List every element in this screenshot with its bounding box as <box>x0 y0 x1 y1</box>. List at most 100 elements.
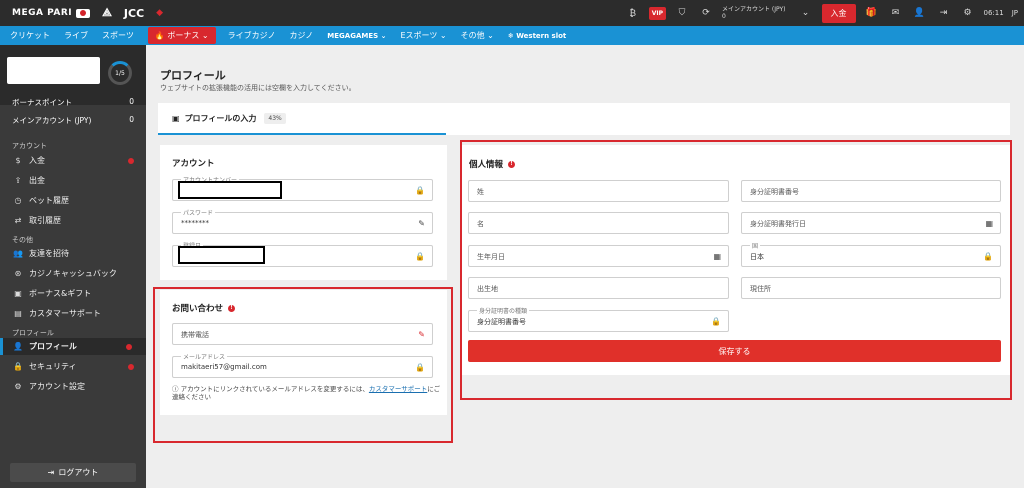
pencil-icon[interactable]: ✎ <box>418 330 425 339</box>
email-field[interactable]: メールアドレス makitaeri57@gmail.com 🔒 <box>172 352 433 378</box>
dollar-icon: $ <box>15 156 21 165</box>
section-profile: プロフィール <box>12 329 54 337</box>
swap-icon: ⇄ <box>14 216 22 225</box>
account-card-title: アカウント <box>172 159 215 169</box>
partner-logo: JCC <box>123 6 145 20</box>
contact-card-title: お問い合わせ! <box>172 302 236 314</box>
bitcoin-icon[interactable]: ₿ <box>625 5 641 21</box>
calendar-icon[interactable]: ▦ <box>713 252 721 261</box>
profile-tabs: ▣ プロフィールの入力 43% <box>158 103 1010 135</box>
last-name-field[interactable]: 姓 <box>468 180 729 202</box>
sidebar-header: 1/5 <box>0 45 146 105</box>
lock-icon: 🔒 <box>415 252 425 261</box>
fire-icon: 🔥 <box>154 31 165 40</box>
dota-logo-icon: ⟁ <box>102 6 112 19</box>
sidebar-item-bet-history[interactable]: ◷ ベット履歴 <box>12 192 136 209</box>
vip-button[interactable]: VIP <box>648 6 666 20</box>
nav-other[interactable]: その他 ⌄ <box>461 30 494 41</box>
gear-icon: ⚙ <box>14 382 22 391</box>
nav-sports[interactable]: スポーツ <box>102 30 134 41</box>
address-field[interactable]: 現住所 <box>741 277 1001 299</box>
logout-icon[interactable]: ⇥ <box>936 5 952 21</box>
chevron-down-icon[interactable]: ⌄ <box>798 5 814 21</box>
completion-badge: 43% <box>264 112 286 124</box>
language-selector[interactable]: JP <box>1012 9 1018 17</box>
alert-dot-icon <box>128 157 134 164</box>
nav-cricket[interactable]: クリケット <box>10 30 50 41</box>
top-bar: MEGA PARI ⟁ JCC ◆ ₿ VIP ⛉ ⟳ メインアカウント (JP… <box>0 0 1024 26</box>
sidebar-item-invite[interactable]: 👥 友達を招待 <box>12 245 136 262</box>
refresh-icon[interactable]: ⟳ <box>698 5 714 21</box>
id-type-field[interactable]: 身分証明書の種類 身分証明書番号 🔒 <box>468 306 729 332</box>
nav-bonus[interactable]: 🔥 ボーナス ⌄ <box>147 27 216 44</box>
sidebar-item-settings[interactable]: ⚙ アカウント設定 <box>12 378 136 395</box>
user-icon: 👤 <box>13 342 23 351</box>
bonus-points-row: ボーナスポイント 0 <box>12 97 134 107</box>
nav-esports[interactable]: Eスポーツ ⌄ <box>400 30 446 41</box>
alert-dot-icon <box>126 343 132 350</box>
sidebar: 1/5 ボーナスポイント 0 メインアカウント (JPY) 0 アカウント $ 入… <box>0 45 146 488</box>
account-number-redacted <box>178 181 282 199</box>
registration-date-redacted <box>178 246 265 264</box>
info-icon: ⓘ <box>172 385 179 393</box>
shield-icon[interactable]: ⛉ <box>674 5 690 21</box>
sidebar-item-profile[interactable]: 👤 プロフィール <box>0 338 146 355</box>
coin-icon: ⊛ <box>14 269 22 278</box>
sidebar-item-withdraw[interactable]: ⇪ 出金 <box>12 172 136 189</box>
page-title: プロフィール <box>160 69 226 82</box>
nav-live[interactable]: ライブ <box>64 30 88 41</box>
logout-button[interactable]: ⇥ ログアウト <box>10 463 136 482</box>
mail-icon[interactable]: ✉ <box>888 5 904 21</box>
gift-icon: ▣ <box>172 113 180 123</box>
section-account: アカウント <box>12 142 47 150</box>
account-card: アカウント アカウントナンバー 🔒 パスワード ******** ✎ 登録日 🔒 <box>160 145 447 280</box>
gift-icon[interactable]: 🎁 <box>864 5 880 21</box>
site-logo[interactable]: MEGA PARI <box>12 8 91 18</box>
snowflake-icon: ❄ <box>507 31 514 40</box>
nav-western-slot[interactable]: ❄ Western slot <box>508 32 566 40</box>
lock-icon: 🔒 <box>983 252 993 261</box>
lock-icon: 🔒 <box>415 363 425 372</box>
sidebar-item-bonus-gift[interactable]: ▣ ボーナス&ギフト <box>12 285 136 302</box>
save-button[interactable]: 保存する <box>468 340 1001 362</box>
birth-place-field[interactable]: 出生地 <box>468 277 729 299</box>
phone-field[interactable]: 携帯電話 ✎ <box>172 323 433 345</box>
id-issue-date-field[interactable]: 身分証明書発行日 ▦ <box>741 212 1001 234</box>
first-name-field[interactable]: 名 <box>468 212 729 234</box>
support-link[interactable]: カスタマーサポート <box>369 385 427 393</box>
clock-icon: ◷ <box>14 196 22 205</box>
sidebar-item-deposit[interactable]: $ 入金 <box>12 152 136 169</box>
account-balance[interactable]: メインアカウント (JPY) 0 <box>722 6 786 20</box>
nav-casino[interactable]: カジノ <box>289 30 313 41</box>
main-nav: クリケット ライブ スポーツ 🔥 ボーナス ⌄ ライブカジノ カジノ MEGAG… <box>0 26 1024 45</box>
lock-icon: 🔒 <box>13 362 23 371</box>
alert-dot-icon <box>128 363 134 370</box>
gear-icon[interactable]: ⚙ <box>960 5 976 21</box>
sidebar-item-support[interactable]: ▤ カスタマーサポート <box>12 305 136 322</box>
users-icon: 👥 <box>13 249 23 258</box>
pencil-icon[interactable]: ✎ <box>418 219 425 228</box>
page-subtitle: ウェブサイトの拡張機能の活用には空欄を入力してください。 <box>160 84 356 92</box>
clock: 06:11 <box>983 9 1004 17</box>
password-field[interactable]: パスワード ******** ✎ <box>172 208 433 234</box>
level-progress-ring[interactable]: 1/5 <box>108 61 132 85</box>
personal-info-title: 個人情報! <box>469 158 516 170</box>
sidebar-item-security[interactable]: 🔒 セキュリティ <box>12 358 136 375</box>
sidebar-item-transactions[interactable]: ⇄ 取引履歴 <box>12 212 136 229</box>
info-icon: ! <box>228 305 236 312</box>
sidebar-item-cashback[interactable]: ⊛ カジノキャッシュバック <box>12 265 136 282</box>
nav-live-casino[interactable]: ライブカジノ <box>228 30 276 41</box>
id-number-field[interactable]: 身分証明書番号 <box>741 180 1001 202</box>
japan-flag-icon <box>76 8 91 18</box>
support-icon: ▤ <box>14 309 22 318</box>
country-field[interactable]: 国 日本 🔒 <box>741 241 1001 267</box>
calendar-icon[interactable]: ▦ <box>985 219 993 228</box>
upload-icon: ⇪ <box>14 176 22 185</box>
nav-megagames[interactable]: MEGAGAMES ⌄ <box>327 32 386 40</box>
birth-date-field[interactable]: 生年月日 ▦ <box>468 245 729 267</box>
tab-profile-input[interactable]: ▣ プロフィールの入力 43% <box>158 103 446 135</box>
deposit-button[interactable]: 入金 <box>821 3 856 23</box>
username-redacted <box>7 57 100 84</box>
main-account-row: メインアカウント (JPY) 0 <box>12 115 134 125</box>
user-icon[interactable]: 👤 <box>912 5 928 21</box>
